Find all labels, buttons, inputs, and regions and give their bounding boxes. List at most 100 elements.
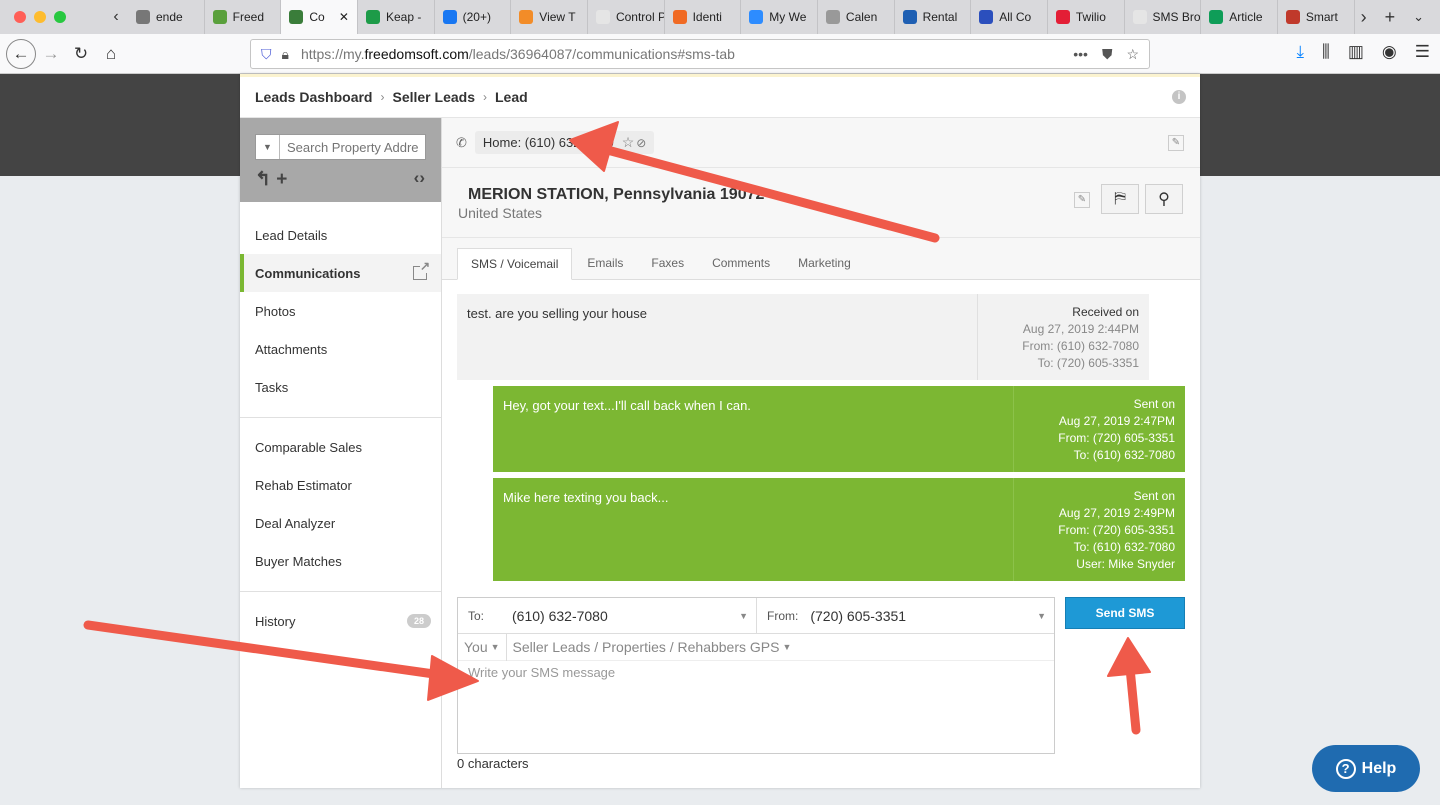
forward-button[interactable]: → [36,39,66,69]
sidebar-item-tasks[interactable]: Tasks [240,368,441,406]
tab-scroll-left-icon[interactable]: ‹ [104,8,128,26]
breadcrumb-separator: › [482,90,487,104]
tab-label: ende [156,10,183,24]
tab-label: Twilio [1075,10,1106,24]
directions-signpost-button[interactable]: ⛿ [1101,184,1139,214]
browser-tab[interactable]: Smart [1278,0,1355,34]
favorite-star-icon[interactable]: ☆ [622,134,635,151]
sidebar-item-attachments[interactable]: Attachments [240,330,441,368]
breadcrumb: Leads Dashboard › Seller Leads › Lead i [240,74,1200,118]
search-type-dropdown[interactable]: ▼ [256,135,280,159]
home-button[interactable]: ⌂ [96,39,126,69]
message-text: Hey, got your text...I'll call back when… [503,398,751,413]
phone-number-pill[interactable]: Home: (610) 632-7080 ☆ ⊘ [474,131,655,154]
sidebar-item-communications[interactable]: Communications [240,254,441,292]
browser-tab[interactable]: Article [1201,0,1278,34]
sidebar-item-history[interactable]: History 28 [240,602,441,640]
message-date: Aug 27, 2019 2:47PM [1058,414,1175,428]
sidebar-item-photos[interactable]: Photos [240,292,441,330]
reload-button[interactable]: ↻ [66,39,96,69]
browser-tab[interactable]: SMS Broa [1125,0,1202,34]
tab-sms-voicemail[interactable]: SMS / Voicemail [457,248,573,280]
tab-marketing[interactable]: Marketing [785,247,864,279]
close-tab-icon[interactable]: ✕ [339,10,349,24]
bookmark-star-icon[interactable]: ☆ [1126,46,1139,63]
add-icon[interactable]: + [276,169,287,190]
send-sms-button[interactable]: Send SMS [1065,597,1185,629]
tab-favicon-icon [595,10,610,24]
download-icon[interactable]: ⤓ [1297,42,1305,62]
map-pin-button[interactable]: ⚲ [1145,184,1183,214]
close-window-button[interactable] [14,11,26,23]
to-label: To: [468,608,485,623]
template-select[interactable]: Seller Leads / Properties / Rehabbers GP… [507,634,798,661]
tab-scroll-right-icon[interactable]: › [1361,7,1367,28]
library-icon[interactable]: ⫼ [1322,42,1330,62]
browser-tab[interactable]: ende [128,0,205,34]
browser-tab[interactable]: Identi [665,0,742,34]
browser-tab[interactable]: Control Pa [588,0,665,34]
help-button[interactable]: ? Help [1312,745,1420,792]
sidebar-item-lead-details[interactable]: Lead Details [240,216,441,254]
from-number-select[interactable]: From: (720) 605-3351 ▼ [757,598,1054,633]
sidebar-icon[interactable]: ▥ [1348,42,1364,62]
external-link-icon[interactable] [413,259,430,280]
tab-comments[interactable]: Comments [699,247,783,279]
breadcrumb-lead: Lead [494,89,528,105]
new-tab-button[interactable]: + [1385,7,1396,28]
shield-icon[interactable]: ⛉ [261,46,272,63]
browser-tab[interactable]: Twilio [1048,0,1125,34]
browser-nav-bar: ← → ↻ ⌂ ⛉ 🔒︎ https://my.freedomsoft.com/… [0,34,1440,74]
edit-phone-pencil-icon[interactable]: ✎ [1168,135,1184,151]
tab-list-icon[interactable]: ⌄ [1413,9,1424,25]
sms-message-textarea[interactable]: Write your SMS message [458,661,1054,684]
tab-faxes[interactable]: Faxes [638,247,697,279]
browser-tab[interactable]: View T [511,0,588,34]
breadcrumb-leads-dashboard[interactable]: Leads Dashboard [255,89,372,105]
tab-emails[interactable]: Emails [574,247,636,279]
browser-tab[interactable]: Freed [205,0,282,34]
lock-icon[interactable]: 🔒︎ [282,46,289,63]
url-text[interactable]: https://my.freedomsoft.com/leads/3696408… [289,46,1059,62]
sidebar-item-deal-analyzer[interactable]: Deal Analyzer [240,504,441,542]
phone-number: Home: (610) 632-7080 [482,135,614,150]
url-bar[interactable]: ⛉ 🔒︎ https://my.freedomsoft.com/leads/36… [250,39,1150,69]
browser-tab[interactable]: All Co [971,0,1048,34]
info-icon[interactable]: i [1172,90,1186,104]
minimize-window-button[interactable] [34,11,46,23]
message-meta: Received on Aug 27, 2019 2:44PM From: (6… [977,294,1149,380]
sidebar-item-buyer-matches[interactable]: Buyer Matches [240,542,441,580]
tab-favicon-icon [979,10,994,24]
tab-favicon-icon [442,10,457,24]
browser-tab[interactable]: Co ✕ [281,0,358,34]
do-not-call-icon[interactable]: ⊘ [636,136,646,150]
account-icon[interactable]: ◉ [1382,42,1397,62]
browser-tab[interactable]: Keap - [358,0,435,34]
edit-address-pencil-icon[interactable]: ✎ [1074,192,1090,208]
message-status: Sent on [1133,489,1175,503]
tab-label: View T [539,10,576,24]
sidebar-item-label: Communications [255,265,361,281]
browser-tab[interactable]: (20+) [435,0,512,34]
message-from: From: (720) 605-3351 [1058,523,1175,537]
breadcrumb-seller-leads[interactable]: Seller Leads [392,89,475,105]
sidebar-item-rehab-estimator[interactable]: Rehab Estimator [240,466,441,504]
return-icon[interactable]: ↰ [255,169,271,190]
code-icon[interactable]: ‹› [414,168,425,188]
to-number-select[interactable]: To: (610) 632-7080 ▼ [458,598,757,633]
pocket-icon[interactable]: ⛊ [1102,46,1113,63]
back-button[interactable]: ← [6,38,36,69]
page-actions-icon[interactable]: ••• [1073,46,1088,62]
sidebar-item-comparable-sales[interactable]: Comparable Sales [240,428,441,466]
sidebar-divider [240,417,441,418]
browser-tab[interactable]: Calen [818,0,895,34]
property-search-input[interactable] [280,135,425,159]
zoom-window-button[interactable] [54,11,66,23]
menu-icon[interactable]: ☰ [1415,42,1430,62]
browser-tab[interactable]: Rental [895,0,972,34]
received-message: test. are you selling your house Receive… [457,294,1149,380]
browser-tab[interactable]: My We [741,0,818,34]
sender-select[interactable]: You ▼ [458,633,507,661]
message-text: test. are you selling your house [467,306,647,321]
tab-favicon-icon [825,10,840,24]
